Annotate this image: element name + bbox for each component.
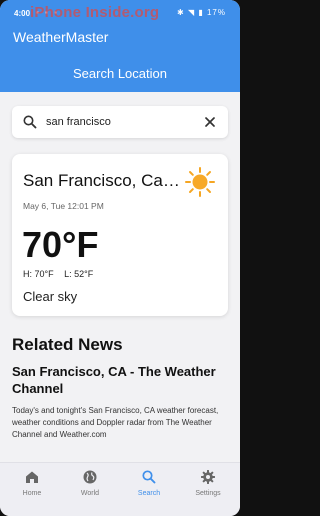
low-temp: L: 52°F bbox=[64, 269, 94, 279]
high-low: H: 70°F L: 52°F bbox=[23, 269, 101, 279]
temperature: 70°F bbox=[22, 224, 99, 265]
news-item-title[interactable]: San Francisco, CA - The Weather Channel bbox=[12, 364, 230, 398]
signal-icon: ▮ bbox=[198, 8, 204, 17]
app-title: WeatherMaster bbox=[13, 29, 109, 45]
search-icon bbox=[23, 115, 37, 129]
home-icon bbox=[26, 471, 38, 483]
bluetooth-icon: ✱ bbox=[177, 8, 185, 17]
search-bar[interactable] bbox=[12, 106, 228, 138]
weather-condition: Clear sky bbox=[23, 289, 78, 304]
search-icon bbox=[142, 470, 156, 484]
phone-screen: 4:00 ▪ ▪ ▪ ✱ ◥ ▮ 17% iPhone Inside.org W… bbox=[0, 0, 240, 516]
app-header: 4:00 ▪ ▪ ▪ ✱ ◥ ▮ 17% iPhone Inside.org W… bbox=[0, 0, 240, 92]
gear-icon bbox=[201, 470, 215, 484]
nav-search-label: Search bbox=[137, 490, 161, 497]
news-heading: Related News bbox=[12, 335, 123, 354]
wifi-icon: ◥ bbox=[187, 8, 196, 17]
globe-icon bbox=[83, 470, 97, 484]
page-title: Search Location bbox=[73, 66, 167, 81]
nav-world-label: World bbox=[80, 490, 100, 497]
sun-icon bbox=[185, 167, 215, 197]
date-time: May 6, Tue 12:01 PM bbox=[23, 201, 104, 211]
city-name: San Francisco, California bbox=[23, 171, 183, 190]
status-time: 4:00 bbox=[14, 9, 31, 18]
high-temp: H: 70°F bbox=[23, 269, 54, 279]
battery-percent: 17% bbox=[206, 8, 226, 17]
watermark: iPhone Inside.org bbox=[30, 4, 160, 21]
search-input[interactable] bbox=[46, 112, 196, 132]
nav-settings-label: Settings bbox=[195, 490, 221, 497]
gesture-bar bbox=[0, 508, 240, 516]
weather-card[interactable]: San Francisco, California May 6, Tue 12:… bbox=[12, 154, 228, 316]
nav-settings[interactable]: Settings bbox=[178, 469, 238, 497]
nav-world[interactable]: World bbox=[60, 469, 120, 497]
bottom-nav: Home World Search Settings bbox=[0, 462, 240, 508]
close-icon[interactable] bbox=[202, 114, 218, 130]
status-battery: ✱ ◥ ▮ 17% bbox=[177, 8, 226, 17]
nav-home[interactable]: Home bbox=[2, 469, 62, 497]
nav-search[interactable]: Search bbox=[119, 469, 179, 497]
nav-home-label: Home bbox=[22, 490, 42, 497]
news-item-description: Today's and tonight's San Francisco, CA … bbox=[12, 406, 219, 439]
